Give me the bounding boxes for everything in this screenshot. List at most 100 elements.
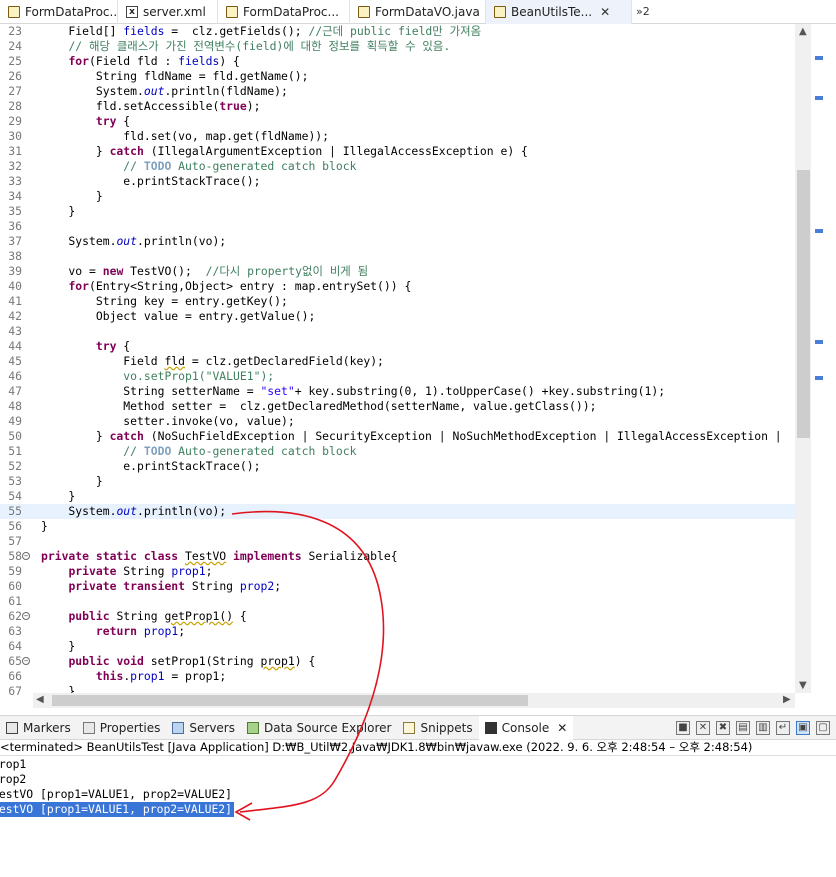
line-number: 29 (8, 114, 22, 128)
code-line[interactable]: 56} (0, 519, 795, 534)
view-tab-data-source-explorer[interactable]: Data Source Explorer (241, 716, 397, 740)
overview-ruler-marker[interactable] (815, 340, 823, 344)
overview-ruler-marker[interactable] (815, 229, 823, 233)
code-line[interactable]: 51 // TODO Auto-generated catch block (0, 444, 795, 459)
code-line[interactable]: 35 } (0, 204, 795, 219)
code-line[interactable]: 61 (0, 594, 795, 609)
view-tab-servers[interactable]: Servers (166, 716, 241, 740)
code-line[interactable]: 55 System.out.println(vo); (0, 504, 795, 519)
remove-all-terminated-icon[interactable]: ✖ (716, 720, 730, 735)
view-tab-properties[interactable]: Properties (77, 716, 167, 740)
code-line[interactable]: 34 } (0, 189, 795, 204)
line-number: 53 (8, 474, 22, 488)
code-line[interactable]: 26 String fldName = fld.getName(); (0, 69, 795, 84)
overview-ruler-marker[interactable] (815, 56, 823, 60)
code-line[interactable]: 64 } (0, 639, 795, 654)
code-line[interactable]: 23 Field[] fields = clz.getFields(); //근… (0, 24, 795, 39)
code-line[interactable]: 36 (0, 219, 795, 234)
code-line[interactable]: 47 String setterName = "set"+ key.substr… (0, 384, 795, 399)
console-line[interactable]: prop2 (0, 772, 26, 787)
code-line[interactable]: 59 private String prop1; (0, 564, 795, 579)
code-line[interactable]: 49 setter.invoke(vo, value); (0, 414, 795, 429)
line-number: 38 (8, 249, 22, 263)
editor-tab[interactable]: x server.xml (118, 0, 218, 24)
code-line[interactable]: 29 try { (0, 114, 795, 129)
code-line[interactable]: 37 System.out.println(vo); (0, 234, 795, 249)
code-line[interactable]: 31 } catch (IllegalArgumentException | I… (0, 144, 795, 159)
view-tab-console[interactable]: Console ✕ (478, 715, 574, 740)
line-number: 41 (8, 294, 22, 308)
scroll-left-arrow-icon[interactable]: ◀ (36, 694, 44, 705)
code-line[interactable]: 28 fld.setAccessible(true); (0, 99, 795, 114)
code-line[interactable]: 63 return prop1; (0, 624, 795, 639)
overview-ruler-marker[interactable] (815, 376, 823, 380)
editor-tab[interactable]: FormDataProc... (218, 0, 350, 24)
pin-console-icon[interactable]: ▣ (796, 720, 810, 735)
code-line[interactable]: 30 fld.set(vo, map.get(fldName)); (0, 129, 795, 144)
code-line[interactable]: 66 this.prop1 = prop1; (0, 669, 795, 684)
code-line[interactable]: 39 vo = new TestVO(); //다시 property없이 비게… (0, 264, 795, 279)
view-tab-snippets[interactable]: Snippets (397, 716, 478, 740)
remove-launch-icon[interactable]: ✕ (696, 720, 710, 735)
code-line[interactable]: 40 for(Entry<String,Object> entry : map.… (0, 279, 795, 294)
fold-toggle-icon[interactable]: − (22, 657, 30, 665)
close-view-icon[interactable]: ✕ (557, 721, 567, 735)
code-line[interactable]: 54 } (0, 489, 795, 504)
fold-toggle-icon[interactable]: − (22, 552, 30, 560)
overview-ruler-marker[interactable] (815, 96, 823, 100)
scroll-up-arrow-icon[interactable]: ▲ (799, 26, 807, 37)
editor-tab[interactable]: FormDataProc... (0, 0, 118, 24)
line-number: 66 (8, 669, 22, 683)
code-line[interactable]: 43 (0, 324, 795, 339)
editor-tab[interactable]: BeanUtilsTe... ✕ (486, 0, 632, 24)
view-tab-markers[interactable]: Markers (0, 716, 77, 740)
code-line[interactable]: 62− public String getProp1() { (0, 609, 795, 624)
code-line[interactable]: 42 Object value = entry.getValue(); (0, 309, 795, 324)
code-line[interactable]: 60 private transient String prop2; (0, 579, 795, 594)
code-line[interactable]: 27 System.out.println(fldName); (0, 84, 795, 99)
console-output[interactable]: prop1prop2TestVO [prop1=VALUE1, prop2=VA… (0, 757, 836, 877)
scroll-lock-icon[interactable]: ▥ (756, 720, 770, 735)
line-number: 23 (8, 24, 22, 38)
code-line[interactable]: 48 Method setter = clz.getDeclaredMethod… (0, 399, 795, 414)
code-line[interactable]: 65− public void setProp1(String prop1) { (0, 654, 795, 669)
java-file-icon (8, 6, 20, 18)
code-line[interactable]: 24 // 해당 클래스가 가진 전역변수(field)에 대한 정보를 획득할… (0, 39, 795, 54)
code-line[interactable]: 46 vo.setProp1("VALUE1"); (0, 369, 795, 384)
word-wrap-icon[interactable]: ↵ (776, 720, 790, 735)
fold-toggle-icon[interactable]: − (22, 612, 30, 620)
line-number: 44 (8, 339, 22, 353)
close-tab-icon[interactable]: ✕ (600, 5, 610, 19)
clear-console-icon[interactable]: ▤ (736, 720, 750, 735)
vertical-scroll-thumb[interactable] (797, 170, 810, 438)
scroll-down-arrow-icon[interactable]: ▼ (799, 680, 807, 691)
code-line[interactable]: 53 } (0, 474, 795, 489)
horizontal-scroll-thumb[interactable] (52, 695, 528, 706)
scroll-right-arrow-icon[interactable]: ▶ (783, 694, 791, 705)
terminate-icon[interactable]: ■ (676, 720, 690, 735)
view-tab-label: Servers (189, 720, 235, 735)
console-line[interactable]: TestVO [prop1=VALUE1, prop2=VALUE2] (0, 802, 235, 817)
code-line[interactable]: 57 (0, 534, 795, 549)
code-line[interactable]: 38 (0, 249, 795, 264)
tab-overflow-button[interactable]: »2 (632, 0, 654, 23)
console-line[interactable]: prop1 (0, 757, 26, 772)
code-editor[interactable]: 23 Field[] fields = clz.getFields(); //근… (0, 24, 836, 710)
code-text: for(Field fld : fields) { (68, 54, 240, 68)
code-line[interactable]: 44 try { (0, 339, 795, 354)
code-line[interactable]: 45 Field fld = clz.getDeclaredField(key)… (0, 354, 795, 369)
code-line[interactable]: 25 for(Field fld : fields) { (0, 54, 795, 69)
editor-tab[interactable]: FormDataVO.java (350, 0, 486, 24)
code-line[interactable]: 52 e.printStackTrace(); (0, 459, 795, 474)
code-text: Object value = entry.getValue(); (41, 309, 316, 323)
line-number: 63 (8, 624, 22, 638)
console-line[interactable]: TestVO [prop1=VALUE1, prop2=VALUE2] (0, 787, 232, 802)
code-line[interactable]: 41 String key = entry.getKey(); (0, 294, 795, 309)
display-console-icon[interactable]: ▢ (816, 720, 830, 735)
code-line[interactable]: 32 // TODO Auto-generated catch block (0, 159, 795, 174)
code-text: for(Entry<String,Object> entry : map.ent… (68, 279, 412, 293)
code-line[interactable]: 50 } catch (NoSuchFieldException | Secur… (0, 429, 795, 444)
code-line[interactable]: 33 e.printStackTrace(); (0, 174, 795, 189)
line-number: 48 (8, 399, 22, 413)
code-line[interactable]: 58− private static class TestVO implement… (0, 549, 795, 564)
